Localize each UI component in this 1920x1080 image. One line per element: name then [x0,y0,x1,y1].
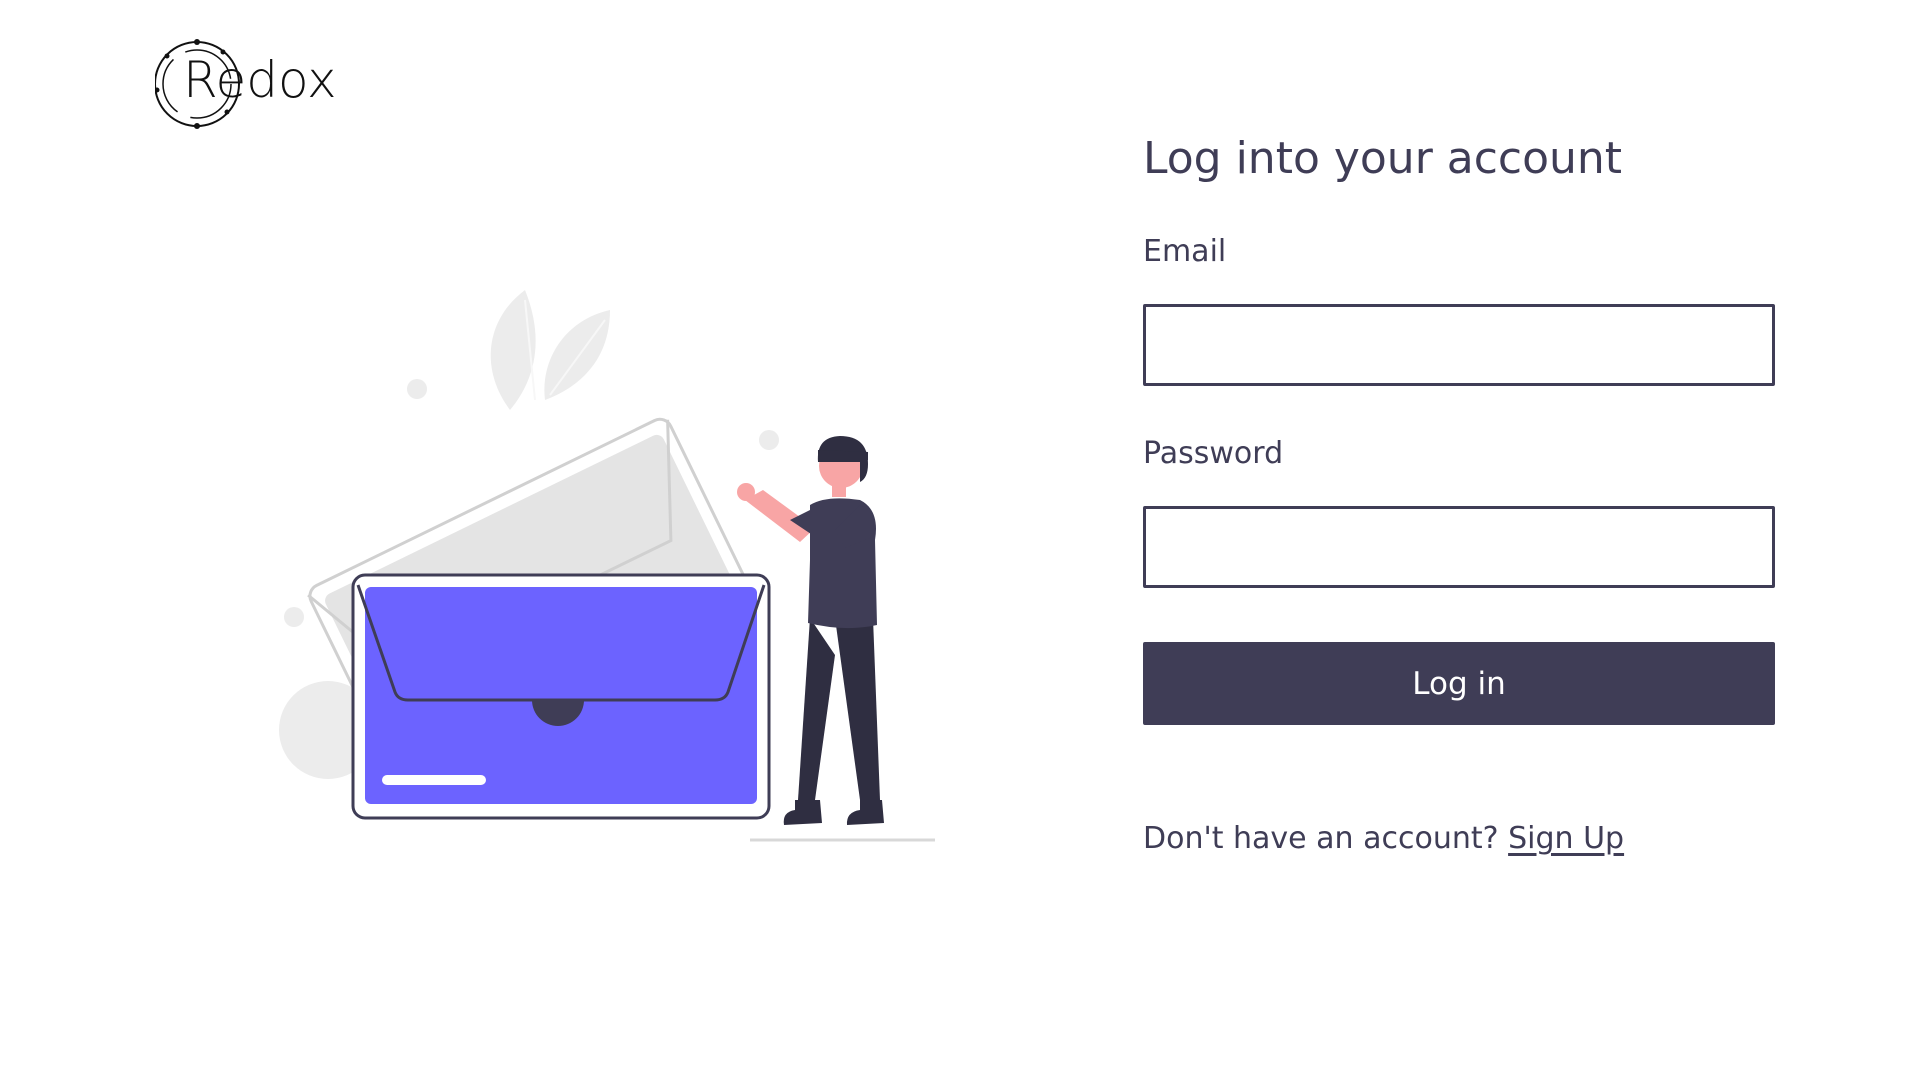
page-title: Log into your account [1143,133,1623,184]
signup-row: Don't have an account? Sign Up [1143,819,1775,859]
signup-prompt: Don't have an account? [1143,821,1499,856]
password-label: Password [1143,436,1284,471]
logo-text: Redox [183,51,337,109]
email-field[interactable] [1143,304,1775,386]
brand-logo[interactable]: Redox [155,38,345,132]
email-label: Email [1143,234,1227,269]
signup-link[interactable]: Sign Up [1508,821,1624,856]
login-page: Redox Log into your account Email Passwo… [0,0,1920,1080]
hero-illustration [270,280,950,860]
password-field[interactable] [1143,506,1775,588]
login-form: Log into your account Email Password Log… [1143,130,1775,859]
login-button[interactable]: Log in [1143,642,1775,725]
person-opening-envelope-illustration [279,290,935,842]
